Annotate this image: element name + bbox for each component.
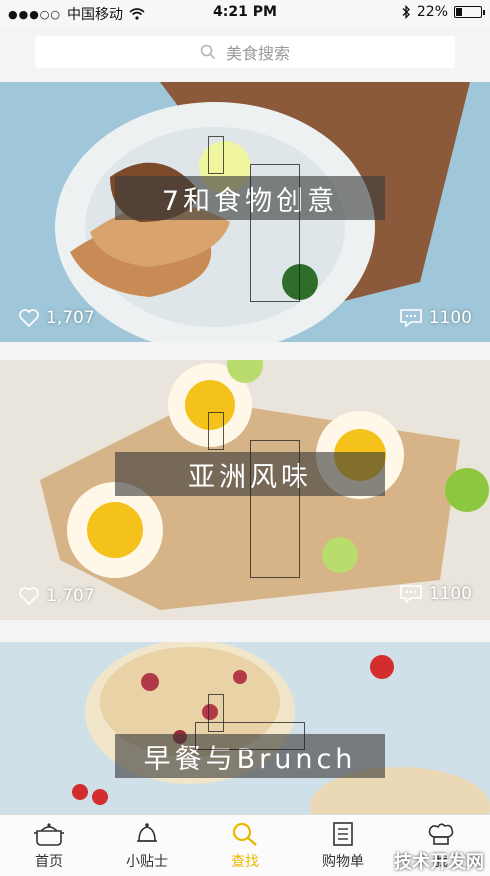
heart-icon <box>19 587 39 606</box>
card-1-likes[interactable]: 1,707 <box>18 308 95 328</box>
search-icon <box>232 822 257 846</box>
tab-shopping-list[interactable]: 购物单 <box>294 815 392 876</box>
text-detection-box <box>208 412 224 450</box>
status-bar: ●●●○○ 中国移动 4:21 PM 22% <box>0 0 490 26</box>
recipe-card-1[interactable]: 7和食物创意 1,707 1100 <box>0 82 490 342</box>
card-1-comments[interactable]: 1100 <box>399 308 472 328</box>
tab-label: 首页 <box>35 853 63 870</box>
tab-label: 购物单 <box>322 853 364 870</box>
tab-search[interactable]: 查找 <box>196 815 294 876</box>
watermark: 技术开发网 <box>394 852 484 873</box>
bottom-tab-bar: 首页 小贴士 查找 购物单 我 技术开发网 <box>0 814 490 876</box>
text-detection-box <box>250 164 300 302</box>
bluetooth-icon <box>402 5 410 19</box>
search-input[interactable]: 美食搜索 <box>35 36 455 68</box>
recipe-card-2[interactable]: 亚洲风味 1,707 1100 <box>0 360 490 620</box>
comment-icon <box>399 309 422 328</box>
pot-icon <box>34 822 64 846</box>
text-detection-box <box>208 136 224 174</box>
list-icon <box>333 821 353 846</box>
tab-home[interactable]: 首页 <box>0 815 98 876</box>
likes-count: 1,707 <box>46 586 95 606</box>
battery-level-fill <box>456 8 462 16</box>
chef-hat-icon <box>428 822 454 845</box>
tab-label: 小贴士 <box>126 853 168 870</box>
card-2-comments[interactable]: 1100 <box>399 584 472 604</box>
battery-icon <box>454 6 485 18</box>
text-detection-box <box>250 440 300 578</box>
recipe-feed[interactable]: 7和食物创意 1,707 1100 亚洲风味 1,707 1100 早餐与Bru… <box>0 82 490 814</box>
recipe-card-3[interactable]: 早餐与Brunch <box>0 642 490 814</box>
tab-label: 查找 <box>231 853 259 870</box>
likes-count: 1,707 <box>46 308 95 328</box>
tab-tips[interactable]: 小贴士 <box>98 815 196 876</box>
search-icon <box>200 44 216 60</box>
comments-count: 1100 <box>428 584 472 604</box>
battery-percent: 22% <box>416 4 448 20</box>
comment-icon <box>399 585 422 604</box>
bell-icon <box>137 822 157 842</box>
text-detection-box <box>195 722 305 750</box>
heart-icon <box>19 309 39 328</box>
search-placeholder: 美食搜索 <box>225 44 290 63</box>
comments-count: 1100 <box>428 308 472 328</box>
search-bar-area: 美食搜索 <box>0 26 490 82</box>
card-2-likes[interactable]: 1,707 <box>18 586 95 606</box>
